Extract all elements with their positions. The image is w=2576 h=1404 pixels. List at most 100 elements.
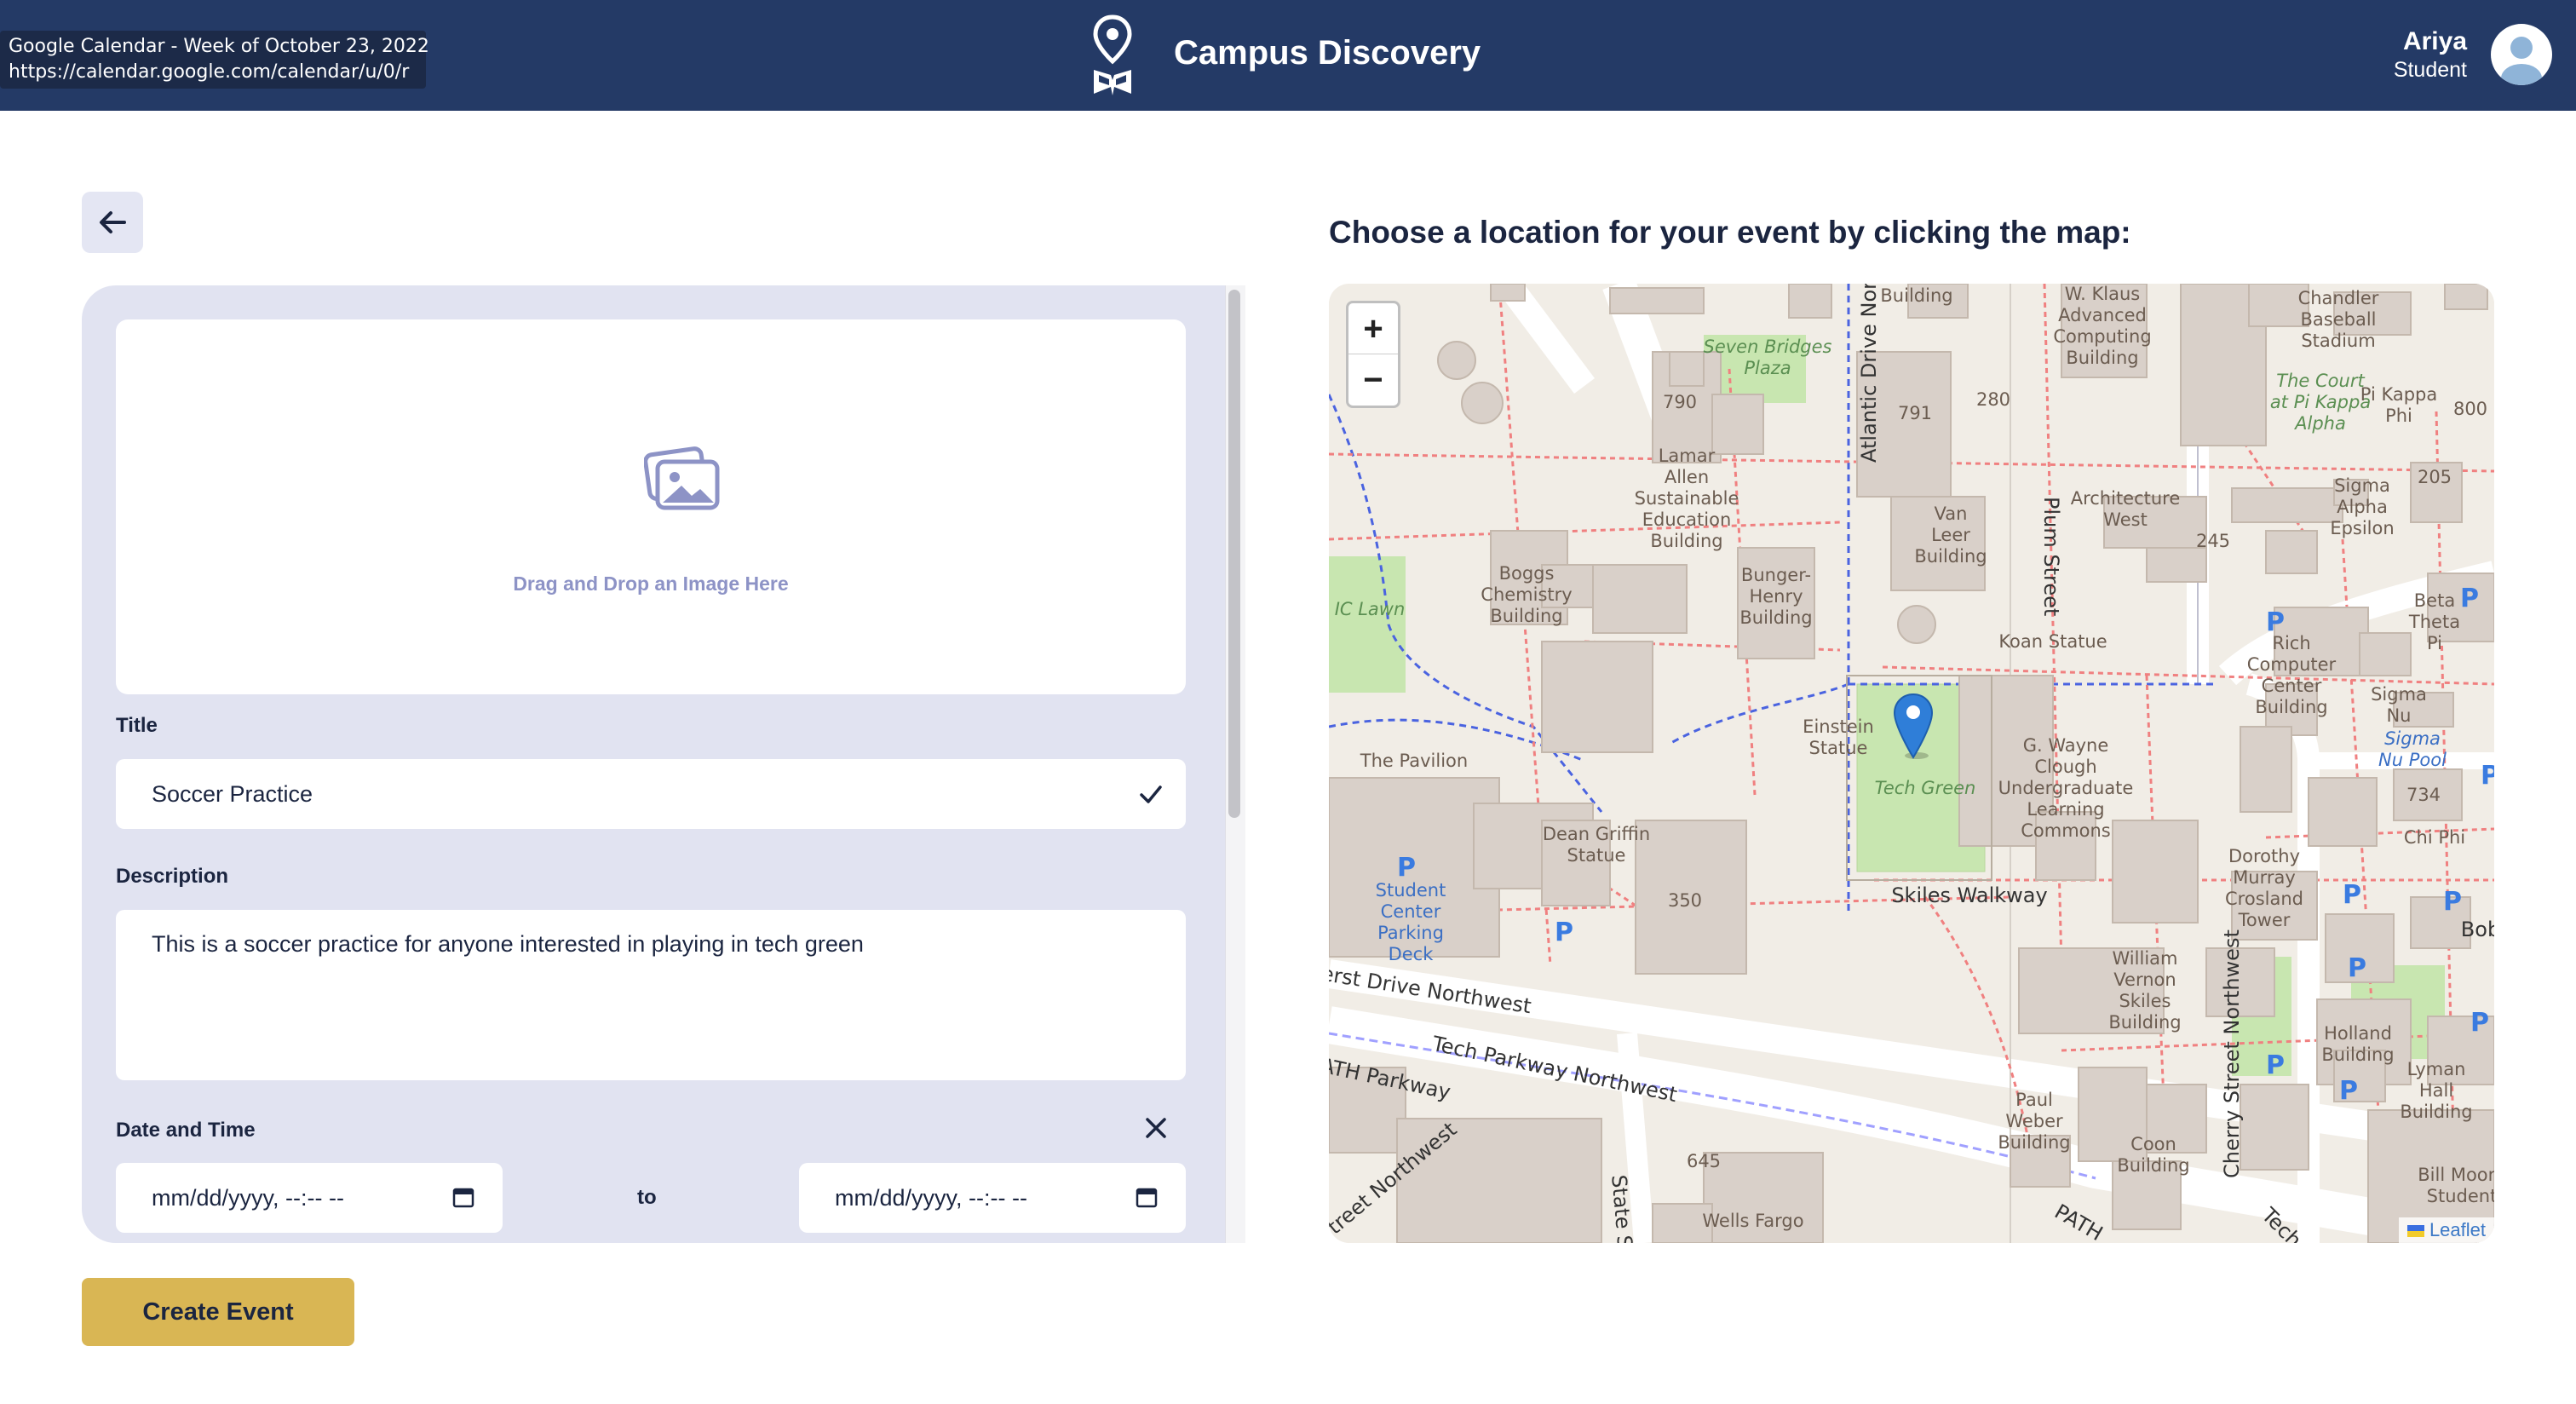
- map-label-cherry: Cherry Street Northwest: [2220, 929, 2244, 1178]
- back-button[interactable]: [82, 192, 143, 253]
- close-icon[interactable]: [1141, 1113, 1170, 1142]
- zoom-in-button[interactable]: +: [1348, 303, 1398, 354]
- map-label-seven-bridges: Seven Bridges Plaza: [1703, 337, 1832, 378]
- map-marker-icon[interactable]: [1893, 693, 1934, 761]
- map-label-koan: Koan Statue: [1998, 631, 2107, 652]
- parking-icon: P: [2460, 584, 2479, 613]
- title-label: Title: [116, 714, 158, 737]
- description-label: Description: [116, 865, 229, 888]
- arrow-left-icon: [100, 211, 126, 233]
- dropzone-text: Drag and Drop an Image Here: [513, 573, 789, 595]
- map-label-sigma-nu: Sigma Nu: [2371, 684, 2427, 726]
- map-label-790: 790: [1662, 392, 1698, 412]
- map-label-skiles-walkway: Skiles Walkway: [1891, 883, 2048, 907]
- map-label-tech-green: Tech Green: [1874, 778, 1976, 798]
- map-label-holland: Holland Building: [2321, 1023, 2395, 1065]
- map-label-atlantic: Atlantic Drive Northwest: [1857, 284, 1881, 463]
- event-form-panel: Drag and Drop an Image Here Title Soccer…: [82, 285, 1225, 1243]
- user-avatar-icon[interactable]: [2491, 24, 2552, 85]
- map-label-boggs: Boggs Chemistry Building: [1481, 563, 1573, 626]
- map-label-klaus: W. Klaus Advanced Computing Building: [2053, 284, 2152, 368]
- datetime-label: Date and Time: [116, 1119, 256, 1142]
- parking-icon: P: [2343, 880, 2361, 910]
- app-title: Campus Discovery: [1174, 34, 1481, 72]
- calendar-icon[interactable]: [1135, 1185, 1159, 1209]
- map-label-lyman: Lyman Hall Building: [2400, 1059, 2473, 1122]
- map-label-dorothy: Dorothy Murray Crosland Tower: [2225, 846, 2303, 930]
- map-label-arch-west: Architecture West: [2070, 488, 2181, 530]
- description-field[interactable]: This is a soccer practice for anyone int…: [116, 910, 1186, 1080]
- tooltip-title: Google Calendar - Week of October 23, 20…: [9, 36, 429, 57]
- create-event-button[interactable]: Create Event: [82, 1278, 354, 1346]
- map-label-pi-kappa: Pi Kappa Phi: [2360, 384, 2438, 426]
- parking-icon: P: [1555, 918, 1573, 947]
- map-label-coon: Coon Building: [2117, 1134, 2190, 1176]
- ukraine-flag-icon: [2406, 1225, 2424, 1238]
- map-label-280: 280: [1975, 389, 2011, 410]
- description-value: This is a soccer practice for anyone int…: [152, 931, 864, 957]
- start-datetime-input[interactable]: mm/dd/yyyy, --:-- --: [116, 1163, 503, 1233]
- parking-icon: P: [2348, 953, 2366, 983]
- map-label-chandler: Chandler Baseball Stadium: [2297, 288, 2379, 351]
- map-label-734: 734: [2406, 785, 2441, 805]
- map-label-skiles-building: William Vernon Skiles Building: [2108, 948, 2182, 1033]
- datetime-separator: to: [637, 1186, 657, 1209]
- map-label-800: 800: [2452, 399, 2488, 419]
- title-field[interactable]: Soccer Practice: [116, 759, 1186, 829]
- map-label-245: 245: [2195, 531, 2231, 551]
- images-icon: [644, 446, 720, 510]
- map-label-sigma-alpha: Sigma Alpha Epsilon: [2330, 475, 2395, 538]
- parking-icon: P: [2470, 1008, 2489, 1038]
- image-dropzone[interactable]: Drag and Drop an Image Here: [116, 319, 1186, 694]
- map-label-ic-lawn: IC Lawn: [1334, 599, 1406, 619]
- map-zoom-control: + −: [1346, 301, 1400, 408]
- map-label-rich: Rich Computer Center Building: [2246, 633, 2337, 717]
- map-label-bob: Bob: [2460, 918, 2494, 941]
- map-label-building: Building: [1880, 285, 1953, 306]
- map-label-plum: Plum Street: [2039, 497, 2063, 617]
- end-datetime-placeholder: mm/dd/yyyy, --:-- --: [835, 1185, 1027, 1211]
- map-label-791: 791: [1897, 403, 1933, 423]
- campus-map[interactable]: Building W. Klaus Advanced Computing Bui…: [1329, 284, 2494, 1243]
- map-heading: Choose a location for your event by clic…: [1329, 215, 2131, 250]
- user-role: Student: [2393, 58, 2467, 82]
- map-label-645: 645: [1686, 1151, 1722, 1171]
- map-label-van-leer: Van Leer Building: [1914, 503, 1987, 567]
- map-label-court: The Court at Pi Kappa Alpha: [2269, 371, 2372, 434]
- map-label-bunger: Bunger- Henry Building: [1739, 565, 1813, 628]
- browser-tab-tooltip: Google Calendar - Week of October 23, 20…: [0, 31, 429, 89]
- map-label-pavilion: The Pavilion: [1360, 751, 1469, 771]
- attribution-link[interactable]: Leaflet: [2429, 1219, 2486, 1240]
- parking-icon: P: [2481, 761, 2494, 791]
- user-name: Ariya: [2402, 27, 2467, 55]
- map-label-einstein: Einstein Statue: [1803, 716, 1874, 758]
- parking-icon: P: [2443, 887, 2462, 917]
- map-label-chi-phi: Chi Phi: [2403, 827, 2466, 848]
- parking-icon: P: [2266, 1050, 2285, 1080]
- map-label-clough: G. Wayne Clough Undergraduate Learning C…: [1998, 735, 2134, 841]
- start-datetime-placeholder: mm/dd/yyyy, --:-- --: [152, 1185, 344, 1211]
- map-label-student-center: Student Center Parking Deck: [1375, 880, 1446, 964]
- map-label-350: 350: [1667, 890, 1703, 911]
- map-label-205: 205: [2417, 467, 2452, 487]
- map-label-dean-griffin: Dean Griffin Statue: [1542, 824, 1651, 866]
- end-datetime-input[interactable]: mm/dd/yyyy, --:-- --: [799, 1163, 1186, 1233]
- calendar-icon[interactable]: [451, 1185, 475, 1209]
- map-label-bill-moore: Bill Moore Student: [2418, 1165, 2494, 1206]
- map-label-beta: Beta Theta Pi: [2408, 590, 2461, 653]
- map-label-paul-weber: Paul Weber Building: [1998, 1090, 2071, 1153]
- map-label-lamar: Lamar Allen Sustainable Education Buildi…: [1634, 446, 1739, 551]
- map-label-wells-fargo: Wells Fargo: [1702, 1211, 1804, 1231]
- zoom-out-button[interactable]: −: [1348, 354, 1398, 406]
- map-pin-book-icon: [1093, 14, 1132, 95]
- check-icon: [1140, 785, 1162, 803]
- form-scrollbar-thumb[interactable]: [1228, 290, 1240, 818]
- parking-icon: P: [1397, 853, 1416, 883]
- tooltip-url: https://calendar.google.com/calendar/u/0…: [9, 61, 410, 83]
- title-value: Soccer Practice: [152, 781, 313, 807]
- map-attribution[interactable]: Leaflet: [2398, 1217, 2494, 1243]
- parking-icon: P: [2266, 607, 2285, 637]
- app-header: Google Calendar - Week of October 23, 20…: [0, 0, 2576, 111]
- map-label-sigma-nu-pool: Sigma Nu Pool: [2378, 728, 2447, 770]
- parking-icon: P: [2339, 1076, 2358, 1106]
